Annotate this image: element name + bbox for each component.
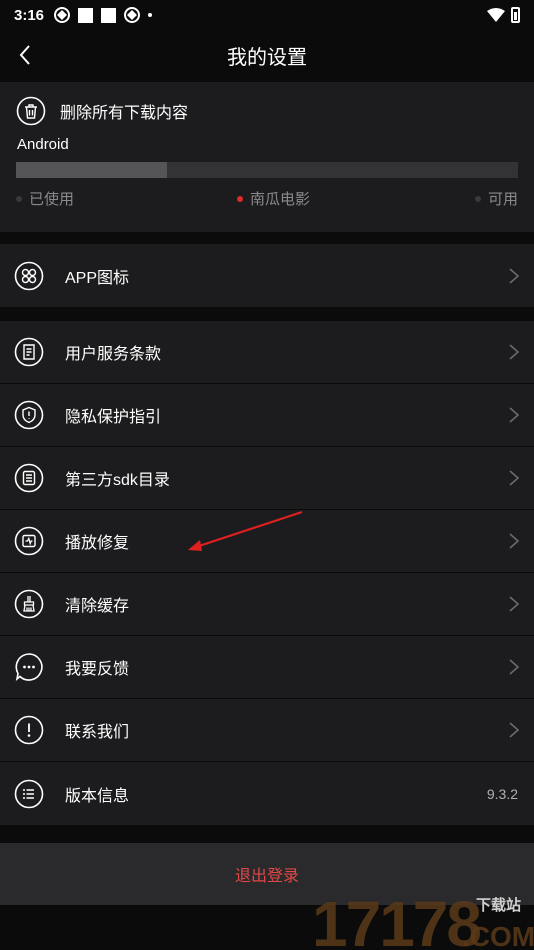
menu-item-terms[interactable]: 用户服务条款 — [0, 321, 534, 384]
chevron-right-icon — [509, 407, 520, 423]
menu-item-label: 清除缓存 — [65, 598, 130, 615]
storage-used-fill — [16, 162, 167, 178]
storage-card: 删除所有下载内容 Android 已使用 南瓜电影 可用 — [0, 82, 534, 232]
menu-item-app-icon[interactable]: APP图标 — [0, 244, 534, 307]
wifi-icon — [487, 8, 505, 22]
menu-item-contact[interactable]: 联系我们 — [0, 699, 534, 762]
back-button[interactable] — [8, 38, 42, 72]
shield-icon — [14, 400, 44, 430]
chevron-right-icon — [509, 344, 520, 360]
legend-available-label: 可用 — [488, 191, 519, 208]
chevron-right-icon — [509, 596, 520, 612]
chevron-right-icon — [509, 533, 520, 549]
legend-app-dot — [237, 195, 243, 202]
page-title: 我的设置 — [227, 46, 307, 69]
status-time: 3:16 — [14, 6, 45, 24]
storage-device-name: Android — [17, 136, 69, 153]
info-list-icon — [14, 779, 44, 808]
chat-icon — [15, 653, 43, 682]
menu-item-label: 联系我们 — [65, 724, 130, 741]
trash-icon — [16, 96, 46, 126]
clear-downloads-label: 删除所有下载内容 — [60, 105, 189, 122]
app-grid-icon — [14, 261, 44, 290]
menu-item-label: 用户服务条款 — [65, 346, 162, 363]
menu-item-playback-repair[interactable]: 播放修复 — [0, 510, 534, 573]
app-icon-card: APP图标 — [0, 244, 534, 307]
version-label: 版本信息 — [65, 787, 130, 805]
status-bar: 3:16 — [0, 0, 534, 30]
storage-progress-bar — [16, 162, 518, 178]
menu-item-label: 第三方sdk目录 — [65, 472, 170, 489]
menu-item-label: 我要反馈 — [65, 661, 130, 678]
menu-item-clear-cache[interactable]: 清除缓存 — [0, 573, 534, 636]
menu-item-privacy[interactable]: 隐私保护指引 — [0, 384, 534, 447]
svg-text:.COM: .COM — [462, 921, 534, 950]
notification-square-icon — [101, 7, 117, 23]
chevron-right-icon — [509, 267, 520, 284]
broom-icon — [14, 589, 44, 619]
more-notifications-icon — [148, 13, 153, 17]
version-value: 9.3.2 — [486, 785, 518, 802]
logout-label: 退出登录 — [234, 868, 299, 885]
app-bar: 我的设置 — [0, 30, 534, 80]
legend-app-label: 南瓜电影 — [250, 191, 311, 208]
chevron-right-icon — [509, 722, 520, 738]
menu-item-feedback[interactable]: 我要反馈 — [0, 636, 534, 699]
battery-icon — [511, 7, 520, 23]
app-icon-label: APP图标 — [65, 269, 130, 287]
settings-menu-card: 用户服务条款 隐私保护指引 第三方sdk目录 播放修复 清除缓存 我要反馈 联系… — [0, 321, 534, 825]
repair-icon — [14, 526, 44, 556]
back-arrow-icon — [19, 45, 30, 65]
menu-item-label: 隐私保护指引 — [65, 409, 162, 426]
legend-used-label: 已使用 — [29, 191, 75, 208]
svg-text:17178: 17178 — [312, 888, 480, 950]
notification-square-icon — [78, 7, 94, 23]
document-icon — [14, 337, 44, 367]
sync-icon — [124, 7, 141, 23]
clear-downloads-button[interactable]: 删除所有下载内容 — [16, 96, 188, 126]
menu-item-version[interactable]: 版本信息 9.3.2 — [0, 762, 534, 825]
legend-used-dot — [16, 195, 22, 202]
menu-item-sdk-list[interactable]: 第三方sdk目录 — [0, 447, 534, 510]
notification-icons — [54, 7, 153, 23]
chevron-right-icon — [509, 659, 520, 675]
chevron-right-icon — [509, 470, 520, 486]
alert-circle-icon — [14, 715, 44, 745]
legend-app: 南瓜电影 — [237, 188, 310, 209]
legend-used: 已使用 — [16, 188, 74, 209]
legend-available-dot — [475, 195, 481, 202]
legend-available: 可用 — [475, 188, 518, 209]
annotation-arrow — [188, 510, 303, 551]
sync-icon — [54, 7, 71, 23]
site-watermark-logo: 17178 下载站 .COM — [312, 884, 534, 950]
menu-item-label: 播放修复 — [65, 535, 130, 552]
list-icon — [14, 463, 44, 493]
svg-text:下载站: 下载站 — [476, 896, 521, 914]
